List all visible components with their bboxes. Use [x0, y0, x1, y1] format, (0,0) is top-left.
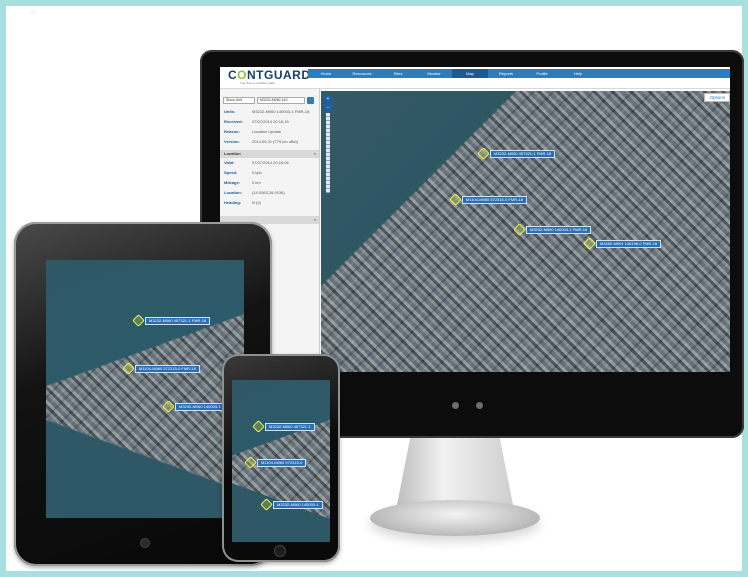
marker-label: M1104-M060 572315-0 FMR-18 [135, 364, 200, 373]
marker-icon [513, 223, 526, 236]
desktop-screen: CONTGUARD Your link to container data Ho… [220, 67, 730, 372]
nav-reports[interactable]: Reports [488, 69, 524, 78]
marker-label: M3232-M060 457321-1 FMR-18 [145, 316, 211, 325]
location-row: Heading: N (0) [224, 200, 261, 205]
zoom-control: + − [324, 95, 332, 193]
monitor-sensor [452, 402, 459, 409]
detail-row: Reason: Location Update [224, 129, 282, 134]
phone-device: M3232-M060 457321-1 M1104-M060 572315-0 … [222, 354, 340, 562]
marker-icon [252, 420, 265, 433]
nav-help[interactable]: Help [560, 69, 596, 78]
nav-sites[interactable]: Sites [380, 69, 416, 78]
nav-resources[interactable]: Resources [344, 69, 380, 78]
marker-label: M1104-M060 572315-0 FMR-18 [462, 195, 527, 204]
zoom-out-button[interactable]: − [324, 104, 332, 112]
container-marker[interactable]: M3232-M060 457321-1 FMR-18 [477, 147, 556, 160]
app-header: CONTGUARD Your link to container data Ho… [220, 67, 730, 89]
tablet-home-button[interactable] [140, 538, 150, 548]
nav-monitor[interactable]: Monitor [416, 69, 452, 78]
marker-label: M3232-M060 140003-1 FMR-18 [526, 225, 592, 234]
tablet-map[interactable]: M3232-M060 457321-1 FMR-18 M1104-M060 57… [46, 260, 244, 518]
zoom-in-button[interactable]: + [324, 95, 332, 103]
monitor-sensor [476, 402, 483, 409]
marker-label: M3232-M060 140003-1 [273, 500, 323, 509]
marker-icon [583, 237, 596, 250]
show-select[interactable]: Show Unit [223, 97, 255, 104]
container-marker[interactable]: M3232-M060 140003-1 [260, 498, 323, 511]
marker-icon [449, 193, 462, 206]
marker-icon [260, 498, 273, 511]
location-row: Mileage: 0 km [224, 180, 261, 185]
map-options-button[interactable]: Options [704, 93, 730, 102]
marker-icon [162, 400, 175, 413]
marker-icon [122, 362, 135, 375]
location-row: Location: (14.0363,28.9136) [224, 190, 285, 195]
unit-select[interactable]: M3232-M060 140 [257, 97, 305, 104]
collapse-icon[interactable]: « [314, 217, 316, 223]
detail-row: Received: 07/07/2014 20:16:15 [224, 119, 289, 124]
detail-row: Version: 2014.05.21 (779 km uBlo) [224, 139, 299, 144]
marker-label: M3232-M060 457321-1 FMR-18 [490, 149, 556, 158]
detail-row: Units: M3232-M060 140003-1 FMR-18 [224, 109, 310, 114]
brand-tagline: Your link to container data [240, 81, 275, 85]
phone-speaker [268, 366, 292, 369]
nav-home[interactable]: Home [308, 69, 344, 78]
marker-icon [244, 456, 257, 469]
phone-map[interactable]: M3232-M060 457321-1 M1104-M060 572315-0 … [232, 380, 330, 542]
marker-label: M3232-M060 457321-1 [265, 422, 315, 431]
container-marker[interactable]: M1104-M060 572315-0 [244, 456, 307, 469]
collapse-icon[interactable]: « [314, 151, 316, 157]
satellite-map[interactable]: + − Options M3232-M060 457321-1 FMR-18 M… [321, 91, 730, 372]
corner-mark: ○ [30, 6, 37, 17]
marker-label: M1104-M060 572315-0 [257, 458, 307, 467]
brand-logo[interactable]: CONTGUARD Your link to container data [228, 68, 310, 86]
go-button[interactable] [307, 97, 314, 104]
marker-label: M3450-M091 106196-0 FMR-18 [596, 239, 662, 248]
marker-icon [132, 314, 145, 327]
container-marker[interactable]: M1104-M060 572315-0 FMR-18 [449, 193, 527, 206]
zoom-slider[interactable] [326, 113, 330, 193]
container-marker[interactable]: M3232-M060 457321-1 FMR-18 [132, 314, 211, 327]
main-navigation: Home Resources Sites Monitor Map Reports… [308, 69, 730, 78]
location-row: Valid: 07/07/2014 20:16:06 [224, 160, 289, 165]
nav-profile[interactable]: Profile [524, 69, 560, 78]
container-marker[interactable]: M3232-M060 457321-1 [252, 420, 315, 433]
container-marker[interactable]: M3450-M091 106196-0 FMR-18 [583, 237, 662, 250]
monitor-stand-base [370, 500, 540, 536]
location-section-header[interactable]: Location « [220, 150, 319, 158]
marker-icon [477, 147, 490, 160]
location-row: Speed: 0 kph [224, 170, 262, 175]
phone-home-button[interactable] [274, 545, 286, 557]
nav-map[interactable]: Map [452, 69, 488, 78]
container-marker[interactable]: M3232-M060 140003-1 FMR-18 [513, 223, 592, 236]
container-marker[interactable]: M1104-M060 572315-0 FMR-18 [122, 362, 200, 375]
